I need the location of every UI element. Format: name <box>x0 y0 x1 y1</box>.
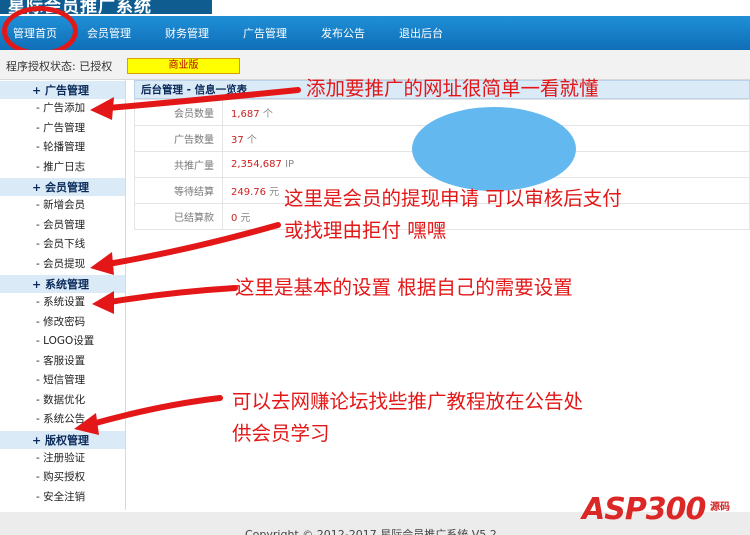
sidebar-item-password[interactable]: - 修改密码 <box>0 313 125 333</box>
sidebar-section-ads[interactable]: + 广告管理 <box>0 80 125 99</box>
top-banner: 星际会员推广系统 <box>0 0 750 16</box>
row-label: 已结算款 <box>134 203 223 230</box>
nav-finance[interactable]: 财务管理 <box>148 25 226 41</box>
highlight-circle <box>2 6 78 56</box>
value-number: 2,354,687 <box>231 159 282 170</box>
value-number: 249.76 <box>231 187 266 198</box>
sidebar: + 广告管理 - 广告添加 - 广告管理 - 轮播管理 - 推广日志 + 会员管… <box>0 80 126 510</box>
sidebar-item-buy-license[interactable]: - 购买授权 <box>0 468 125 488</box>
sidebar-section-system[interactable]: + 系统管理 <box>0 274 125 293</box>
nav-announcement[interactable]: 发布公告 <box>304 25 382 41</box>
annotation-withdraw-line2: 或找理由拒付 嘿嘿 <box>284 219 447 242</box>
license-badge: 商业版 <box>127 58 240 74</box>
watermark-main: ASP300 <box>582 492 706 527</box>
sidebar-item-sms[interactable]: - 短信管理 <box>0 371 125 391</box>
value-number: 37 <box>231 135 244 146</box>
sidebar-item-service[interactable]: - 客服设置 <box>0 352 125 372</box>
annotation-announcement-line1: 可以去网赚论坛找些推广教程放在公告处 <box>232 390 584 413</box>
sidebar-item-ad-manage[interactable]: - 广告管理 <box>0 119 125 139</box>
watermark-logo: ASP300 源码 <box>578 480 748 535</box>
sidebar-item-logout[interactable]: - 安全注销 <box>0 488 125 508</box>
row-label: 会员数量 <box>134 99 223 126</box>
sidebar-item-optimize[interactable]: - 数据优化 <box>0 391 125 411</box>
copyright-text: Copyright © 2012-2017 星际会员推广系统 V5.2 <box>245 528 497 535</box>
row-label: 等待结算 <box>134 177 223 204</box>
sidebar-item-downline[interactable]: - 会员下线 <box>0 235 125 255</box>
arrow-to-settings <box>107 285 238 305</box>
annotation-ad-add: 添加要推广的网址很简单一看就懂 <box>306 77 599 100</box>
sidebar-section-copyright[interactable]: + 版权管理 <box>0 429 125 449</box>
sidebar-item-member-manage[interactable]: - 会员管理 <box>0 216 125 236</box>
sidebar-item-settings[interactable]: - 系统设置 <box>0 293 125 313</box>
sidebar-item-carousel[interactable]: - 轮播管理 <box>0 138 125 158</box>
value-unit: 个 <box>259 109 273 120</box>
sidebar-item-logo[interactable]: - LOGO设置 <box>0 332 125 352</box>
value-unit: 元 <box>266 187 280 198</box>
value-number: 1,687 <box>231 109 260 120</box>
sidebar-item-announcement[interactable]: - 系统公告 <box>0 410 125 430</box>
nav-logout[interactable]: 退出后台 <box>382 25 460 41</box>
sidebar-item-ad-add[interactable]: - 广告添加 <box>0 99 125 119</box>
row-label: 共推广量 <box>134 151 223 178</box>
annotation-settings: 这里是基本的设置 根据自己的需要设置 <box>235 276 573 299</box>
annotation-withdraw-line1: 这里是会员的提现申请 可以审核后支付 <box>284 187 622 210</box>
sidebar-item-new-member[interactable]: - 新增会员 <box>0 196 125 216</box>
row-label: 广告数量 <box>134 125 223 152</box>
value-unit: IP <box>281 159 295 170</box>
sidebar-section-members[interactable]: + 会员管理 <box>0 177 125 196</box>
watermark-side: 源码 <box>710 502 730 513</box>
top-nav: 管理首页 会员管理 财务管理 广告管理 发布公告 退出后台 <box>0 16 750 50</box>
sidebar-item-promo-log[interactable]: - 推广日志 <box>0 158 125 178</box>
sidebar-item-register-verify[interactable]: - 注册验证 <box>0 449 125 469</box>
arrow-to-withdraw <box>105 222 281 267</box>
sidebar-item-withdraw[interactable]: - 会员提现 <box>0 255 125 275</box>
value-unit: 元 <box>237 213 251 224</box>
value-unit: 个 <box>243 135 257 146</box>
redaction-blob <box>412 107 576 191</box>
nav-ads[interactable]: 广告管理 <box>226 25 304 41</box>
license-status-label: 程序授权状态: 已授权 <box>6 60 113 73</box>
annotation-announcement-line2: 供会员学习 <box>232 422 330 445</box>
nav-members[interactable]: 会员管理 <box>70 25 148 41</box>
